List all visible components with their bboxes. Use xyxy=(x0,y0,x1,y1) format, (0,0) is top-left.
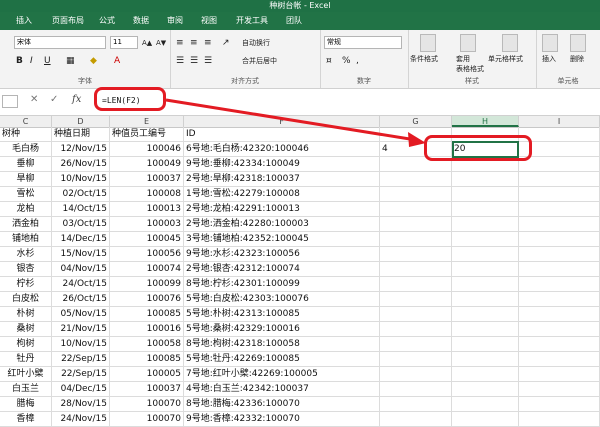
cell-col-i[interactable] xyxy=(519,412,600,427)
table-row: 香樟 24/Nov/15 100070 9号地:香樟:42332:100070 xyxy=(0,412,600,427)
cell-plot-id[interactable]: 9号地:香樟:42332:100070 xyxy=(184,412,380,427)
cell-tree-species[interactable]: 香樟 xyxy=(0,412,52,427)
annotation-arrow xyxy=(165,98,426,147)
cell-col-h[interactable] xyxy=(452,412,519,427)
cell-employee-id[interactable]: 100070 xyxy=(110,412,184,427)
cell-planting-date[interactable]: 24/Nov/15 xyxy=(52,412,110,427)
cell-col-g[interactable] xyxy=(380,412,452,427)
